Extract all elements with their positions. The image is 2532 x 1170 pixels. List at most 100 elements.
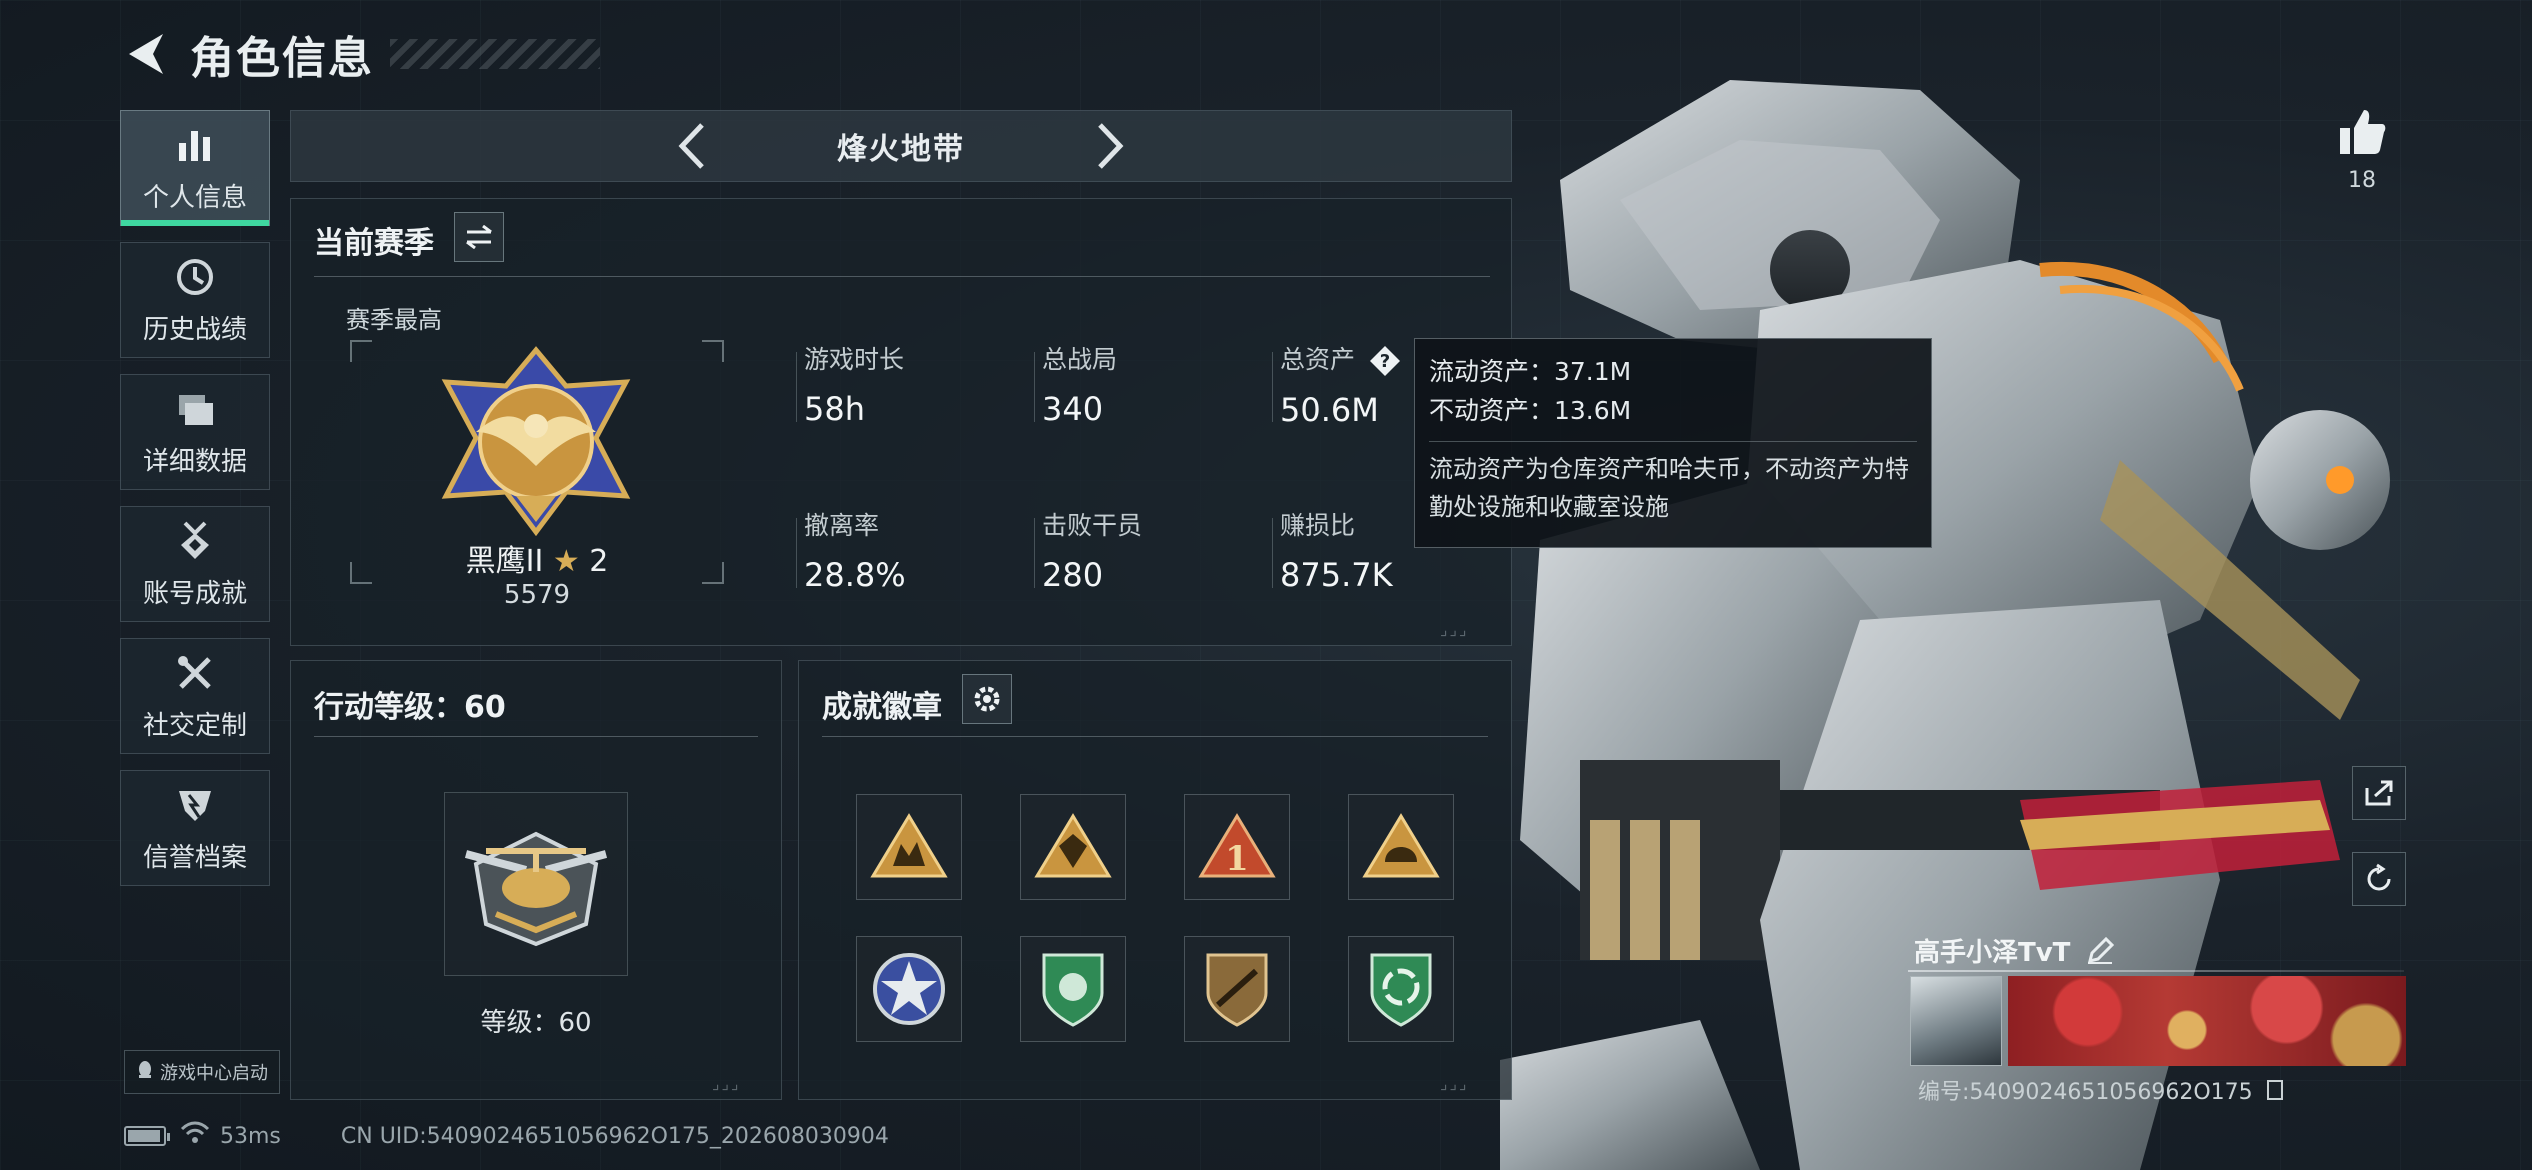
mode-name: 烽火地带 <box>837 132 965 167</box>
player-name-text: 高手小泽TvT <box>1914 938 2071 968</box>
season-title: 当前赛季 <box>314 226 434 261</box>
stat-separator <box>796 518 797 588</box>
gear-icon <box>974 686 1000 712</box>
helmet-badge-icon <box>1362 813 1440 878</box>
help-icon[interactable]: ? <box>1369 345 1401 377</box>
share-icon <box>2365 780 2393 806</box>
tooltip-liquid-assets: 流动资产：37.1M <box>1429 357 1632 386</box>
achievement-badge[interactable]: 1 <box>1184 794 1290 900</box>
green-shield-badge-icon <box>1042 953 1104 1027</box>
recycle-badge-icon <box>1370 953 1432 1027</box>
folder-icon <box>173 387 217 431</box>
stat-separator <box>1034 352 1035 422</box>
panel-corner-marks: ⌟⌟⌟ <box>1440 620 1469 639</box>
rotate-button[interactable] <box>2352 852 2406 906</box>
game-center-label: 游戏中心启动 <box>160 1063 268 1084</box>
level-label: 等级：60 <box>480 1008 592 1038</box>
wifi-icon <box>180 1121 210 1151</box>
mode-next-button[interactable] <box>1081 116 1141 176</box>
like-button[interactable]: 18 <box>2330 106 2394 193</box>
sidebar-item-credit[interactable]: 信誉档案 <box>120 770 270 886</box>
number-one-badge-icon: 1 <box>1198 813 1276 879</box>
achievement-badge[interactable] <box>1348 794 1454 900</box>
back-button[interactable] <box>120 26 170 82</box>
edit-icon[interactable] <box>2086 936 2115 965</box>
achievement-badge[interactable] <box>1184 936 1290 1042</box>
stat-kills: 击败干员 280 <box>1042 506 1142 594</box>
svg-text:1: 1 <box>1225 839 1249 879</box>
share-button[interactable] <box>2352 766 2406 820</box>
action-level-title: 行动等级：60 <box>314 690 506 725</box>
stat-label: 总战局 <box>1042 345 1118 374</box>
ping-value: 53ms <box>220 1123 281 1149</box>
sidebar-item-label: 个人信息 <box>142 182 247 213</box>
stat-separator <box>1272 352 1273 422</box>
achievements-title: 成就徽章 <box>822 690 942 725</box>
sidebar-item-social[interactable]: 社交定制 <box>120 638 270 754</box>
svg-text:?: ? <box>1380 351 1390 372</box>
level-badge[interactable] <box>444 792 628 976</box>
sidebar-item-label: 详细数据 <box>142 446 247 477</box>
action-level-divider <box>314 736 758 737</box>
achievement-badge[interactable] <box>856 936 962 1042</box>
uid-text: CN UID:5409024651056962O175_202608030904 <box>340 1123 889 1149</box>
stat-value: 340 <box>1042 390 1104 428</box>
stat-label: 击败干员 <box>1042 511 1143 540</box>
rank-eagle-emblem-icon <box>441 346 631 536</box>
panel-corner-marks: ⌟⌟⌟ <box>1440 1074 1469 1093</box>
star-icon: ★ <box>552 544 590 579</box>
achievements-settings-button[interactable] <box>962 674 1012 724</box>
profile-card-background <box>2008 976 2406 1066</box>
achievement-badge[interactable] <box>856 794 962 900</box>
thumbs-up-icon <box>2340 110 2386 154</box>
rank-stars: 2 <box>589 544 609 579</box>
game-center-launch-button[interactable]: 游戏中心启动 <box>124 1050 280 1094</box>
tooltip-divider <box>1429 440 1917 442</box>
stat-profit-ratio: 赚损比 875.7K <box>1280 506 1393 594</box>
copy-icon[interactable] <box>2266 1079 2284 1107</box>
battery-icon <box>124 1126 170 1146</box>
sidebar-item-label: 社交定制 <box>142 710 247 741</box>
achievement-badge[interactable] <box>1020 794 1126 900</box>
stat-separator <box>1034 518 1035 588</box>
title-decoration <box>390 39 600 69</box>
page-title: 角色信息 <box>190 33 374 84</box>
rifle-badge-icon <box>1206 953 1268 1027</box>
stat-value: 28.8% <box>804 556 906 594</box>
stat-label: 赚损比 <box>1280 511 1356 540</box>
bar-chart-icon <box>173 123 217 167</box>
stat-value: 280 <box>1042 556 1104 594</box>
sidebar-item-achievements[interactable]: 账号成就 <box>120 506 270 622</box>
assets-tooltip: 流动资产：37.1M 不动资产：13.6M 流动资产为仓库资产和哈夫币，不动资产… <box>1414 338 1932 548</box>
status-bar: 53ms CN UID:5409024651056962O175_2026080… <box>124 1118 889 1154</box>
soldiers-badge-icon <box>870 813 948 878</box>
swap-icon <box>466 225 492 249</box>
achievements-divider <box>822 736 1488 737</box>
sidebar-item-label: 历史战绩 <box>142 314 247 345</box>
stat-label: 撤离率 <box>804 511 880 540</box>
panel-corner-marks: ⌟⌟⌟ <box>712 1074 741 1093</box>
rank-name: 黑鹰II ★ 2 <box>350 536 724 580</box>
player-name-underline <box>1908 970 2404 972</box>
sidebar-item-personal-info[interactable]: 个人信息 <box>120 110 270 226</box>
shield-badge-icon <box>1034 813 1112 878</box>
sidebar-item-label: 账号成就 <box>142 578 247 609</box>
tooltip-fixed-assets: 不动资产：13.6M <box>1429 395 1632 425</box>
sidebar-item-label: 信誉档案 <box>142 842 247 873</box>
mode-prev-button[interactable] <box>661 116 721 176</box>
stat-label: 游戏时长 <box>804 345 905 374</box>
sidebar-item-detailed-data[interactable]: 详细数据 <box>120 374 270 490</box>
season-best-label: 赛季最高 <box>346 306 442 334</box>
sidebar-item-history[interactable]: 历史战绩 <box>120 242 270 358</box>
rotate-icon <box>2367 863 2391 891</box>
stat-value: 50.6M <box>1280 391 1379 429</box>
achievement-badge[interactable] <box>1348 936 1454 1042</box>
stat-total-matches: 总战局 340 <box>1042 340 1117 428</box>
player-id: 编号:5409024651056962O175 <box>1918 1074 2284 1107</box>
qq-icon <box>136 1060 154 1085</box>
stat-extract-rate: 撤离率 28.8% <box>804 506 906 594</box>
avatar[interactable] <box>1910 976 2002 1066</box>
season-switch-button[interactable] <box>454 212 504 262</box>
achievement-badge[interactable] <box>1020 936 1126 1042</box>
shield-icon <box>173 783 217 827</box>
